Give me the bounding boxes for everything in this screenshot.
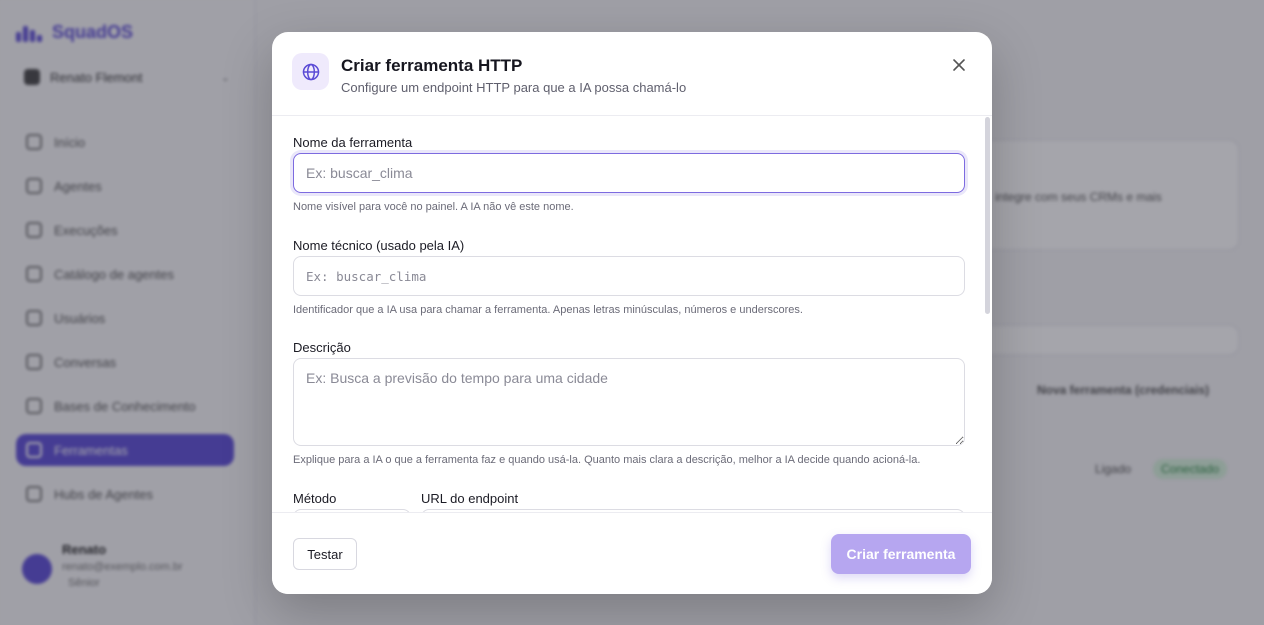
tool-name-help: Nome visível para você no painel. A IA n… — [293, 201, 574, 213]
technical-name-label: Nome técnico (usado pela IA) — [293, 238, 465, 253]
endpoint-url-label: URL do endpoint — [421, 491, 519, 506]
test-button[interactable]: Testar — [293, 538, 357, 570]
tool-name-label: Nome da ferramenta — [293, 135, 413, 150]
scrollbar[interactable] — [985, 117, 990, 314]
dialog-footer: Testar Criar ferramenta — [272, 512, 992, 594]
technical-name-input[interactable] — [293, 256, 965, 296]
dialog-subtitle: Configure um endpoint HTTP para que a IA… — [341, 80, 687, 95]
close-icon[interactable] — [948, 54, 970, 76]
description-label: Descrição — [293, 340, 351, 355]
dialog-title: Criar ferramenta HTTP — [341, 56, 523, 75]
globe-icon — [292, 53, 329, 90]
create-http-tool-dialog: Criar ferramenta HTTP Configure um endpo… — [272, 32, 992, 594]
technical-name-help: Identificador que a IA usa para chamar a… — [293, 304, 803, 316]
create-tool-button[interactable]: Criar ferramenta — [831, 534, 971, 574]
description-textarea[interactable] — [293, 358, 965, 446]
dialog-body: Nome da ferramenta Nome visível para voc… — [272, 117, 992, 512]
tool-name-input[interactable] — [293, 153, 965, 193]
description-help: Explique para a IA o que a ferramenta fa… — [293, 454, 921, 466]
dialog-header: Criar ferramenta HTTP Configure um endpo… — [272, 32, 992, 116]
method-label: Método — [293, 491, 337, 506]
